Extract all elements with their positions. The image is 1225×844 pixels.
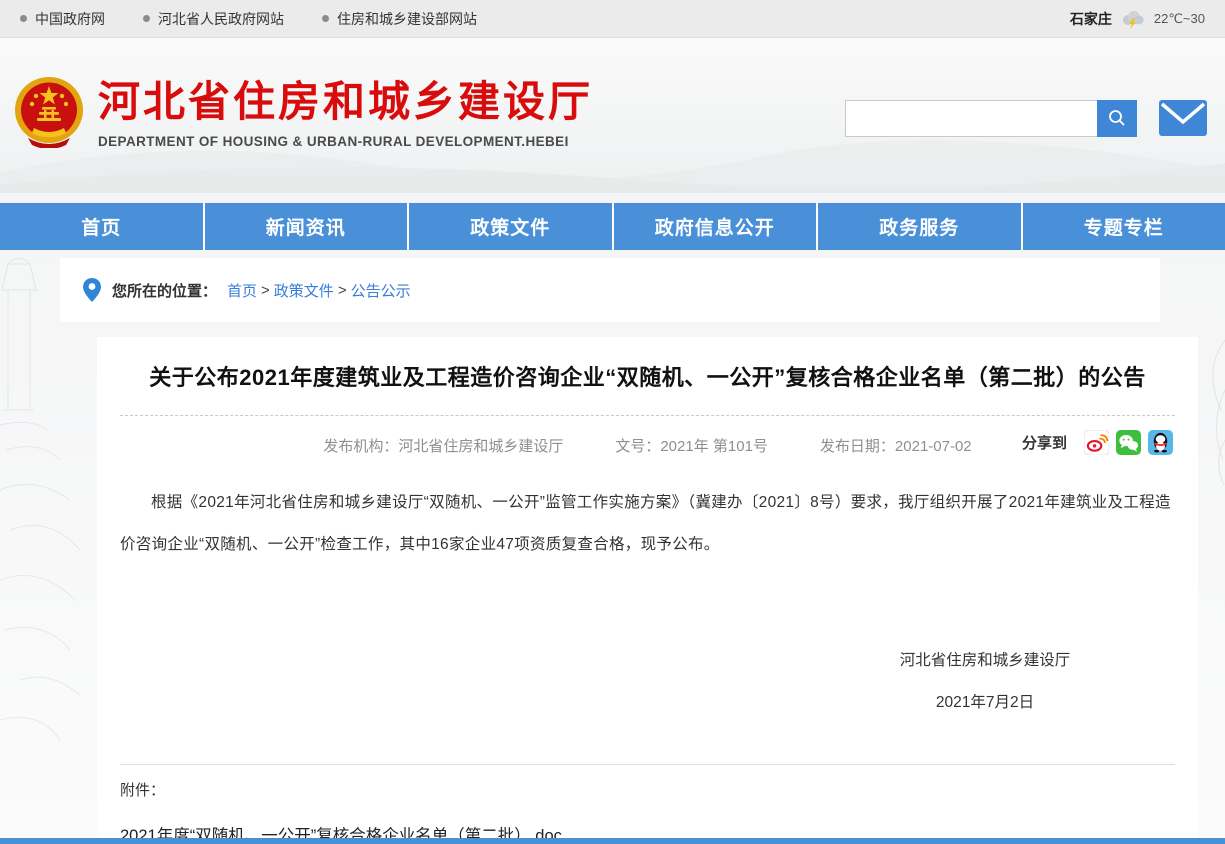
search-input[interactable] bbox=[845, 100, 1097, 137]
nav-home[interactable]: 首页 bbox=[0, 203, 205, 250]
breadcrumb-separator: > bbox=[338, 282, 347, 299]
wechat-icon[interactable] bbox=[1116, 430, 1141, 455]
hebei-gov-link-label: 河北省人民政府网站 bbox=[158, 9, 284, 29]
weather-city: 石家庄 bbox=[1070, 9, 1112, 29]
left-sketch-decoration bbox=[0, 250, 110, 790]
nav-gov-info[interactable]: 政府信息公开 bbox=[614, 203, 819, 250]
site-title: 河北省住房和城乡建设厅 bbox=[98, 76, 593, 128]
breadcrumb-announcements[interactable]: 公告公示 bbox=[351, 280, 411, 301]
mohurd-link-label: 住房和城乡建设部网站 bbox=[337, 9, 477, 29]
mail-icon[interactable] bbox=[1159, 98, 1207, 138]
breadcrumb-label: 您所在的位置： bbox=[112, 280, 217, 301]
brand-text: 河北省住房和城乡建设厅 DEPARTMENT OF HOUSING & URBA… bbox=[98, 76, 593, 149]
main-nav: 首页 新闻资讯 政策文件 政府信息公开 政务服务 专题专栏 bbox=[0, 203, 1225, 250]
weather-widget: 石家庄 22℃~30 bbox=[1070, 9, 1205, 29]
national-emblem-icon bbox=[14, 76, 84, 148]
breadcrumb: 您所在的位置： 首页 > 政策文件 > 公告公示 bbox=[60, 258, 1160, 322]
signature-date: 2021年7月2日 bbox=[855, 690, 1115, 712]
meta-doc-number: 文号：2021年 第101号 bbox=[615, 435, 768, 456]
header-tools bbox=[845, 98, 1207, 138]
weather-temp: 22℃~30 bbox=[1154, 11, 1205, 27]
meta-agency: 发布机构：河北省住房和城乡建设厅 bbox=[323, 435, 563, 456]
search-box bbox=[845, 100, 1137, 137]
article-body: 根据《2021年河北省住房和城乡建设厅“双随机、一公开”监管工作实施方案》（冀建… bbox=[120, 482, 1175, 566]
top-link-bar: 中国政府网 河北省人民政府网站 住房和城乡建设部网站 石家庄 22℃~30 bbox=[0, 0, 1225, 38]
bullet-dot-icon bbox=[20, 15, 27, 22]
search-icon bbox=[1107, 108, 1127, 128]
search-button[interactable] bbox=[1097, 100, 1137, 137]
thunderstorm-icon bbox=[1120, 9, 1146, 29]
breadcrumb-policy[interactable]: 政策文件 bbox=[274, 280, 334, 301]
site-subtitle: DEPARTMENT OF HOUSING & URBAN-RURAL DEVE… bbox=[98, 134, 593, 149]
hebei-gov-link[interactable]: 河北省人民政府网站 bbox=[143, 9, 284, 29]
qq-icon[interactable] bbox=[1148, 430, 1173, 455]
weibo-icon[interactable] bbox=[1084, 430, 1109, 455]
article-title: 关于公布2021年度建筑业及工程造价咨询企业“双随机、一公开”复核合格企业名单（… bbox=[120, 355, 1175, 401]
right-sketch-decoration bbox=[1195, 330, 1225, 490]
site-header: 河北省住房和城乡建设厅 DEPARTMENT OF HOUSING & URBA… bbox=[0, 38, 1225, 193]
gov-cn-link[interactable]: 中国政府网 bbox=[20, 9, 105, 29]
signature-org: 河北省住房和城乡建设厅 bbox=[855, 648, 1115, 670]
footer-top-strip bbox=[0, 838, 1225, 844]
location-pin-icon bbox=[82, 277, 102, 303]
breadcrumb-home[interactable]: 首页 bbox=[227, 280, 257, 301]
site-brand[interactable]: 河北省住房和城乡建设厅 DEPARTMENT OF HOUSING & URBA… bbox=[14, 76, 593, 149]
bullet-dot-icon bbox=[322, 15, 329, 22]
article-meta: 发布机构：河北省住房和城乡建设厅 文号：2021年 第101号 发布日期：202… bbox=[120, 430, 1175, 460]
gov-cn-link-label: 中国政府网 bbox=[35, 9, 105, 29]
share-label: 分享到 bbox=[1022, 432, 1067, 453]
attachment-divider bbox=[120, 764, 1175, 765]
title-divider bbox=[120, 415, 1175, 416]
nav-news[interactable]: 新闻资讯 bbox=[205, 203, 410, 250]
nav-policy[interactable]: 政策文件 bbox=[409, 203, 614, 250]
attachment-label: 附件： bbox=[120, 779, 1175, 800]
nav-services[interactable]: 政务服务 bbox=[818, 203, 1023, 250]
mohurd-link[interactable]: 住房和城乡建设部网站 bbox=[322, 9, 477, 29]
bullet-dot-icon bbox=[143, 15, 150, 22]
breadcrumb-separator: > bbox=[261, 282, 270, 299]
article-signature: 河北省住房和城乡建设厅 2021年7月2日 bbox=[855, 648, 1115, 712]
share-bar: 分享到 bbox=[1022, 430, 1173, 455]
article-card: 关于公布2021年度建筑业及工程造价咨询企业“双随机、一公开”复核合格企业名单（… bbox=[97, 337, 1198, 844]
nav-special[interactable]: 专题专栏 bbox=[1023, 203, 1225, 250]
meta-publish-date: 发布日期：2021-07-02 bbox=[820, 435, 972, 456]
